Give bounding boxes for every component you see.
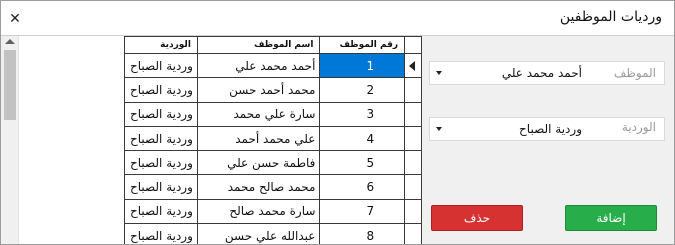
cell-id[interactable]: 4: [319, 125, 406, 152]
row-header-corner: [404, 36, 422, 54]
row-header[interactable]: [404, 150, 422, 176]
cell-id[interactable]: 7: [319, 198, 406, 225]
shift-form-panel: أحمد محمد علي الموظف وردية الصباح الوردي…: [422, 35, 674, 244]
cell-id[interactable]: 5: [319, 150, 406, 176]
cell-id[interactable]: 3: [319, 101, 406, 127]
table-row[interactable]: وردية الصباح محمد أحمد حسن 2: [124, 77, 422, 103]
table-row[interactable]: وردية الصباح أحمد محمد علي 1: [124, 52, 422, 79]
employee-label: الموظف: [613, 66, 656, 80]
cell-id[interactable]: 8: [319, 223, 406, 244]
row-header[interactable]: [404, 52, 422, 79]
employees-grid-area: الوردية اسم الموظف رقم الموظف وردية الصب…: [1, 35, 422, 244]
shift-combobox-value: وردية الصباح: [519, 122, 582, 136]
table-row[interactable]: وردية الصباح علي محمد أحمد 4: [124, 125, 422, 152]
scroll-up-icon[interactable]: [5, 39, 15, 44]
delete-button[interactable]: حذف: [431, 205, 523, 231]
grid-body: وردية الصباح أحمد محمد علي 1 وردية الصباح مح…: [124, 52, 422, 244]
cell-shift[interactable]: وردية الصباح: [124, 223, 198, 244]
title-bar: ✕ ورديات الموظفين: [1, 1, 674, 35]
cell-name[interactable]: عبدالله علي حسن: [196, 223, 321, 244]
table-row[interactable]: وردية الصباح سارة محمد صالح 7: [124, 198, 422, 225]
cell-shift[interactable]: وردية الصباح: [124, 77, 198, 103]
shift-combobox[interactable]: وردية الصباح الوردية: [429, 117, 665, 141]
current-row-arrow-icon: [409, 61, 416, 72]
employee-shifts-window: ✕ ورديات الموظفين الوردية اسم الموظف رقم…: [0, 0, 675, 245]
row-header[interactable]: [404, 198, 422, 225]
employees-grid[interactable]: الوردية اسم الموظف رقم الموظف وردية الصب…: [124, 36, 422, 244]
employee-combobox[interactable]: أحمد محمد علي الموظف: [429, 61, 665, 85]
column-header-id[interactable]: رقم الموظف: [319, 36, 406, 54]
cell-id[interactable]: 2: [319, 77, 406, 103]
table-row[interactable]: وردية الصباح سارة علي محمد 3: [124, 101, 422, 127]
row-header[interactable]: [404, 101, 422, 127]
table-row[interactable]: وردية الصباح عبدالله علي حسن 8: [124, 223, 422, 244]
cell-name[interactable]: سارة علي محمد: [196, 101, 321, 127]
employee-combobox-value: أحمد محمد علي: [501, 66, 582, 80]
shift-label: الوردية: [621, 120, 656, 134]
close-icon[interactable]: ✕: [7, 11, 23, 27]
cell-id[interactable]: 6: [319, 174, 406, 200]
cell-id[interactable]: 1: [319, 52, 406, 79]
cell-shift[interactable]: وردية الصباح: [124, 174, 198, 200]
row-header[interactable]: [404, 174, 422, 200]
scrollbar-thumb[interactable]: [4, 50, 16, 120]
cell-shift[interactable]: وردية الصباح: [124, 198, 198, 225]
cell-shift[interactable]: وردية الصباح: [124, 150, 198, 176]
cell-shift[interactable]: وردية الصباح: [124, 52, 198, 79]
cell-shift[interactable]: وردية الصباح: [124, 101, 198, 127]
add-button[interactable]: إضافة: [565, 205, 657, 231]
cell-name[interactable]: محمد أحمد حسن: [196, 77, 321, 103]
cell-name[interactable]: فاطمة حسن علي: [196, 150, 321, 176]
table-row[interactable]: وردية الصباح فاطمة حسن علي 5: [124, 150, 422, 176]
window-title: ورديات الموظفين: [559, 9, 662, 25]
chevron-down-icon[interactable]: [436, 71, 442, 75]
cell-shift[interactable]: وردية الصباح: [124, 125, 198, 152]
row-header[interactable]: [404, 223, 422, 244]
grid-vertical-scrollbar[interactable]: [1, 36, 19, 244]
column-header-shift[interactable]: الوردية: [124, 36, 198, 54]
cell-name[interactable]: علي محمد أحمد: [196, 125, 321, 152]
row-header[interactable]: [404, 77, 422, 103]
chevron-down-icon[interactable]: [436, 127, 442, 131]
cell-name[interactable]: سارة محمد صالح: [196, 198, 321, 225]
grid-header-row: الوردية اسم الموظف رقم الموظف: [124, 36, 422, 54]
column-header-name[interactable]: اسم الموظف: [196, 36, 321, 54]
table-row[interactable]: وردية الصباح محمد صالح محمد 6: [124, 174, 422, 200]
cell-name[interactable]: أحمد محمد علي: [196, 52, 321, 79]
cell-name[interactable]: محمد صالح محمد: [196, 174, 321, 200]
row-header[interactable]: [404, 125, 422, 152]
